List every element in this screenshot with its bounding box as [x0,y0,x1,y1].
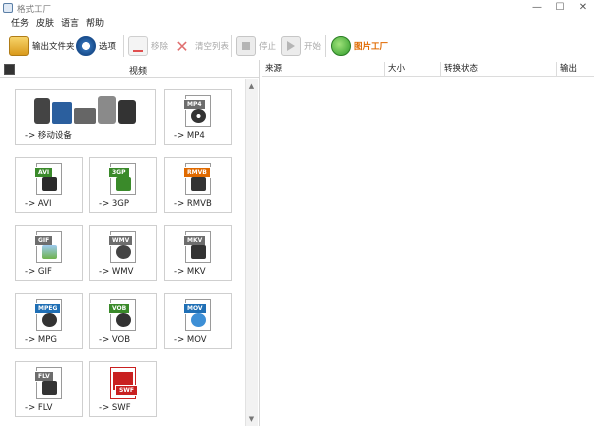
tile-label: -> GIF [25,267,52,277]
tile-label: -> SWF [99,403,131,413]
vob-icon: VOB [108,299,136,331]
start-button[interactable]: 开始 [281,33,321,59]
mpg-icon: MPEG [34,299,62,331]
3gp-icon: 3GP [108,163,136,195]
tile-label: -> FLV [25,403,53,413]
tile-label: -> WMV [99,267,134,277]
output-folder-button[interactable]: 输出文件夹 [9,33,75,59]
pane-divider[interactable] [259,60,260,426]
file-list[interactable] [262,77,594,426]
mp4-icon: MP4 [183,95,211,127]
tile-label: -> 3GP [99,199,130,209]
toolbar-separator [325,35,326,57]
scroll-down-arrow[interactable]: ▼ [245,413,258,425]
tile-rmvb[interactable]: RMVB -> RMVB [164,157,232,213]
tile-mpg[interactable]: MPEG -> MPG [15,293,83,349]
tile-label: -> AVI [25,199,52,209]
tile-avi[interactable]: AVI -> AVI [15,157,83,213]
maximize-button[interactable]: ☐ [549,0,571,15]
flv-icon: FLV [34,367,62,399]
stop-label: 停止 [259,42,277,52]
toolbar-separator [123,35,124,57]
column-output[interactable]: 输出 [F2] [557,62,594,89]
close-button[interactable]: ✕ [572,0,594,15]
gif-icon: GIF [34,231,62,263]
folder-icon [9,36,29,56]
remove-label: 移除 [151,42,169,52]
scroll-up-arrow[interactable]: ▲ [245,80,258,92]
options-button[interactable]: 选项 [76,33,116,59]
menu-help[interactable]: 帮助 [86,17,104,31]
window-title: 格式工厂 [17,5,52,15]
wmv-icon: WMV [108,231,136,263]
tile-mov[interactable]: MOV -> MOV [164,293,232,349]
tile-vob[interactable]: VOB -> VOB [89,293,157,349]
menu-task[interactable]: 任务 [11,17,29,31]
start-label: 开始 [304,42,322,52]
tile-mp4[interactable]: MP4 -> MP4 [164,89,232,145]
video-category-icon [4,64,15,75]
app-icon [3,3,13,13]
options-label: 选项 [99,42,117,52]
image-factory-button[interactable]: 图片工厂 [331,33,388,59]
image-factory-label: 图片工厂 [354,42,389,52]
swf-icon: SWF [110,367,138,399]
toolbar-separator [231,35,232,57]
category-label: 视频 [129,67,148,77]
stop-button[interactable]: 停止 [236,33,276,59]
tile-flv[interactable]: FLV -> FLV [15,361,83,417]
output-folder-label: 输出文件夹 [32,42,75,52]
column-size[interactable]: 大小 [385,62,441,77]
stop-icon [236,36,256,56]
menu-language[interactable]: 语言 [61,17,79,31]
tile-label: -> MPG [25,335,57,345]
tile-label: -> RMVB [174,199,212,209]
tile-gif[interactable]: GIF -> GIF [15,225,83,281]
tile-label: -> MP4 [174,131,205,141]
tile-swf[interactable]: SWF -> SWF [89,361,157,417]
clear-list-button[interactable]: ✕ 清空列表 [172,33,229,59]
mkv-icon: MKV [183,231,211,263]
tile-scrollbar[interactable] [245,79,258,426]
play-icon [281,36,301,56]
gear-icon [76,36,96,56]
globe-icon [331,36,351,56]
tile-label: -> MKV [174,267,206,277]
rmvb-icon: RMVB [183,163,211,195]
tile-label: -> 移动设备 [25,131,72,141]
column-source[interactable]: 来源 [262,62,385,77]
tile-mkv[interactable]: MKV -> MKV [164,225,232,281]
tile-label: -> MOV [174,335,207,345]
menu-skin[interactable]: 皮肤 [36,17,54,31]
remove-button[interactable]: 移除 [128,33,168,59]
minimize-button[interactable]: — [526,0,548,15]
tile-label: -> VOB [99,335,131,345]
mov-icon: MOV [183,299,211,331]
avi-icon: AVI [34,163,62,195]
tile-wmv[interactable]: WMV -> WMV [89,225,157,281]
tile-3gp[interactable]: 3GP -> 3GP [89,157,157,213]
column-status[interactable]: 转换状态 [441,62,557,77]
remove-icon [128,36,148,56]
clear-icon: ✕ [175,36,189,56]
clear-list-label: 清空列表 [195,42,230,52]
tile-mobile-device[interactable]: -> 移动设备 [15,89,156,145]
mobile-devices-icon [34,96,136,126]
title-bar [0,0,594,17]
